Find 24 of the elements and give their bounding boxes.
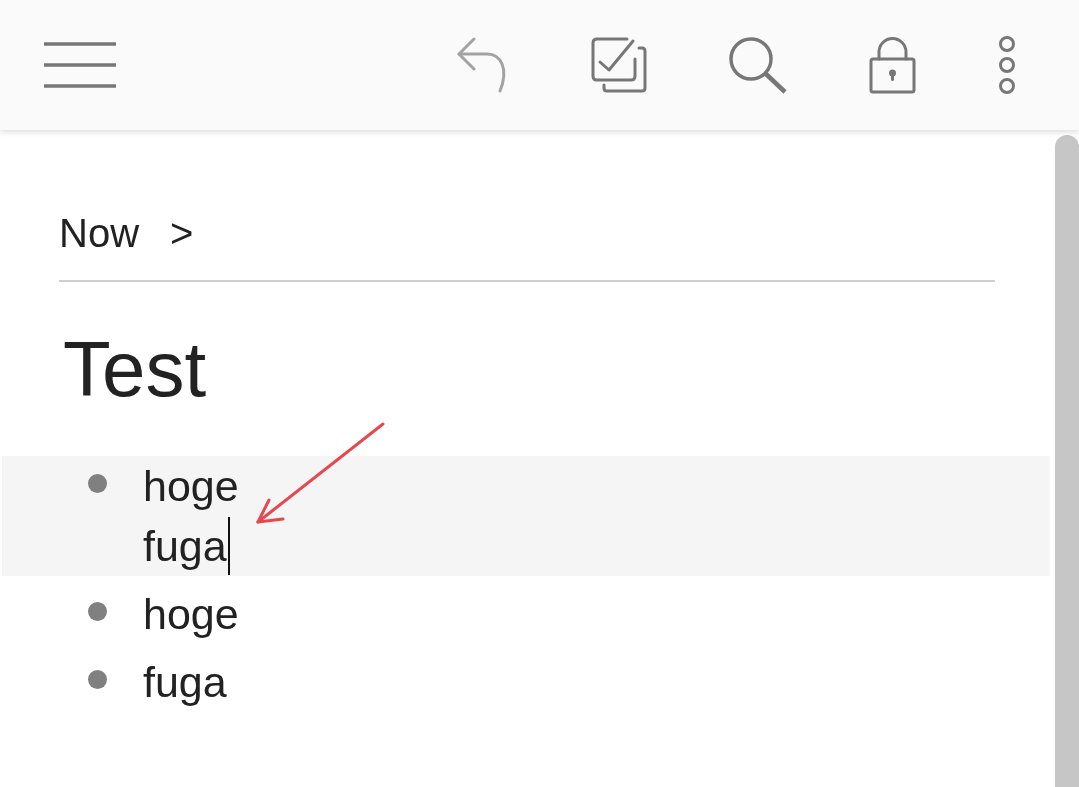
- list-item-text: fuga: [143, 521, 227, 572]
- list-item[interactable]: hoge: [2, 584, 1050, 644]
- search-icon: [729, 36, 787, 94]
- list-item-text: fuga: [143, 657, 227, 708]
- menu-icon: [44, 42, 116, 88]
- tasks-button[interactable]: [591, 37, 647, 93]
- checkbox-stack-icon: [591, 37, 647, 93]
- list-item-text: hoge: [143, 461, 239, 512]
- page-title: Test: [63, 324, 208, 415]
- search-button[interactable]: [729, 36, 787, 94]
- more-button[interactable]: [998, 36, 1016, 94]
- scrollbar[interactable]: [1055, 135, 1079, 787]
- bullet-icon: [88, 670, 107, 689]
- more-icon: [998, 36, 1016, 94]
- lock-button[interactable]: [869, 36, 916, 94]
- breadcrumb-link[interactable]: Now: [59, 209, 140, 257]
- lock-icon: [869, 36, 916, 94]
- list-item-text: hoge: [143, 589, 239, 640]
- menu-button[interactable]: [44, 42, 116, 88]
- bullet-icon: [88, 602, 107, 621]
- list-item[interactable]: fuga: [2, 652, 1050, 712]
- breadcrumb-separator: >: [170, 210, 194, 257]
- text-caret-icon: [227, 517, 230, 575]
- bullet-icon: [88, 474, 107, 493]
